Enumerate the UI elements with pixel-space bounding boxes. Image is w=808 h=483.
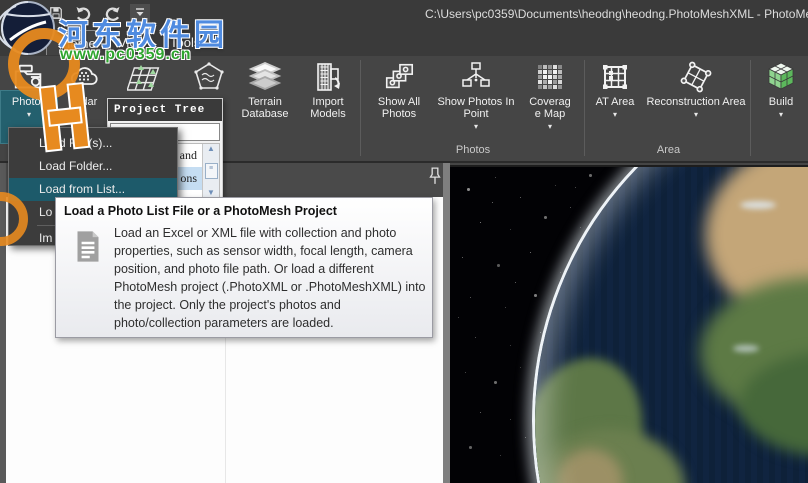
- ribbon-button-build[interactable]: Build ▾: [755, 58, 807, 144]
- photos-label: Photos: [11, 96, 47, 108]
- build-arrow: ▾: [778, 110, 783, 119]
- tab-view[interactable]: View: [104, 30, 160, 55]
- coverage-map-label: Coverage Map: [529, 96, 571, 120]
- at-area-arrow: ▾: [612, 110, 617, 119]
- ribbon-group-photos: Photos: [455, 144, 491, 156]
- stars: [450, 167, 451, 168]
- land-west-africa: [740, 352, 808, 457]
- tab-home[interactable]: Home: [46, 30, 111, 55]
- menu-item-load-folder[interactable]: Load Folder...: [9, 155, 177, 178]
- document-list-icon: [74, 230, 102, 268]
- pushpin-icon: [429, 167, 441, 184]
- redo-icon: [105, 6, 120, 21]
- photos-folder-icon: [12, 58, 46, 96]
- show-photos-in-point-arrow: ▾: [473, 122, 478, 131]
- lidar-cloud-icon: [68, 58, 102, 96]
- menu-item-load-files[interactable]: Load File(s)...: [9, 132, 177, 155]
- show-photos-in-point-label: Show Photos In Point: [437, 96, 515, 120]
- scroll-thumb[interactable]: ≡: [204, 163, 218, 179]
- photo-grid-icon: [127, 58, 167, 96]
- land-brazil-highland: [557, 449, 623, 483]
- undo-button[interactable]: [74, 4, 94, 22]
- ribbon-button-reconstruction-area[interactable]: Reconstruction Area ▾: [644, 58, 748, 144]
- tab-tools[interactable]: Tools: [156, 30, 214, 55]
- tooltip-body: Load an Excel or XML file with collectio…: [114, 226, 426, 330]
- project-tree-title: Project Tree: [108, 99, 222, 121]
- window-title: C:\Users\pc0359\Documents\heodng\heodng.…: [425, 7, 808, 21]
- ribbon-button-coverage-map[interactable]: Coverage Map ▾: [519, 58, 581, 144]
- terrain-database-label: Terrain Database: [241, 96, 289, 120]
- tree-scrollbar[interactable]: ▲ ≡ ▼: [202, 144, 219, 198]
- save-button[interactable]: [46, 4, 66, 22]
- photo-stack-icon: [382, 58, 416, 96]
- photos-dropdown-arrow: ▾: [26, 110, 31, 119]
- title-bar: C:\Users\pc0359\Documents\heodng\heodng.…: [0, 0, 808, 28]
- globe-3d-view[interactable]: [450, 165, 808, 483]
- import-building-icon: [311, 58, 345, 96]
- ribbon-button-show-photos-in-point[interactable]: Show Photos In Point ▾: [436, 58, 516, 144]
- customize-toolbar-button[interactable]: [130, 4, 150, 22]
- land-brazil-south: [535, 429, 685, 483]
- at-area-label: AT Area: [595, 96, 635, 108]
- panel-splitter[interactable]: [443, 163, 450, 483]
- scroll-up-icon[interactable]: ▲: [207, 144, 215, 154]
- cloud-streak: [733, 345, 759, 352]
- ribbon-button-show-all-photos[interactable]: Show All Photos: [365, 58, 433, 144]
- ribbon-button-at-area[interactable]: AT Area ▾: [589, 58, 641, 144]
- chevron-down-icon: [136, 8, 144, 16]
- tooltip-title: Load a Photo List File or a PhotoMesh Pr…: [64, 204, 337, 218]
- build-label: Build: [768, 96, 794, 108]
- ribbon-tabs: Home View Tools: [0, 28, 808, 56]
- lidar-label: Lidar: [72, 96, 98, 108]
- ribbon-separator: [750, 60, 751, 156]
- undo-icon: [76, 6, 91, 21]
- photomesh-window: C:\Users\pc0359\Documents\heodng\heodng.…: [0, 0, 808, 483]
- coverage-polygon-icon: [191, 58, 227, 96]
- ribbon-button-import-models[interactable]: Import Models: [299, 58, 357, 144]
- load-from-list-tooltip: Load a Photo List File or a PhotoMesh Pr…: [55, 197, 433, 338]
- save-icon: [50, 7, 62, 19]
- pin-panel-button[interactable]: [428, 167, 442, 185]
- pixel-grid-icon: [533, 58, 567, 96]
- reconstruction-area-label: Reconstruction Area: [646, 96, 746, 108]
- redo-button[interactable]: [102, 4, 122, 22]
- build-cube-icon: [764, 58, 798, 96]
- ribbon-separator: [584, 60, 585, 156]
- earth-globe: [532, 167, 808, 483]
- lidar-dropdown-arrow: ▾: [82, 110, 87, 119]
- cloud-streak: [740, 201, 776, 209]
- reconstruction-area-icon: [678, 58, 714, 96]
- ribbon-separator: [360, 60, 361, 156]
- reconstruction-area-arrow: ▾: [693, 110, 698, 119]
- coverage-map-arrow: ▾: [547, 122, 552, 131]
- quick-access-toolbar: [46, 4, 150, 22]
- land-sahara: [705, 167, 808, 332]
- land-brazil-north: [535, 345, 659, 483]
- photos-point-icon: [459, 58, 493, 96]
- land-sahel: [700, 277, 808, 427]
- at-area-grid-icon: [598, 58, 632, 96]
- show-all-photos-label: Show All Photos: [377, 96, 421, 120]
- import-models-label: Import Models: [310, 96, 346, 120]
- ribbon-button-terrain-database[interactable]: Terrain Database: [234, 58, 296, 144]
- ribbon-group-area: Area: [656, 144, 681, 156]
- terrain-layers-icon: [247, 58, 283, 96]
